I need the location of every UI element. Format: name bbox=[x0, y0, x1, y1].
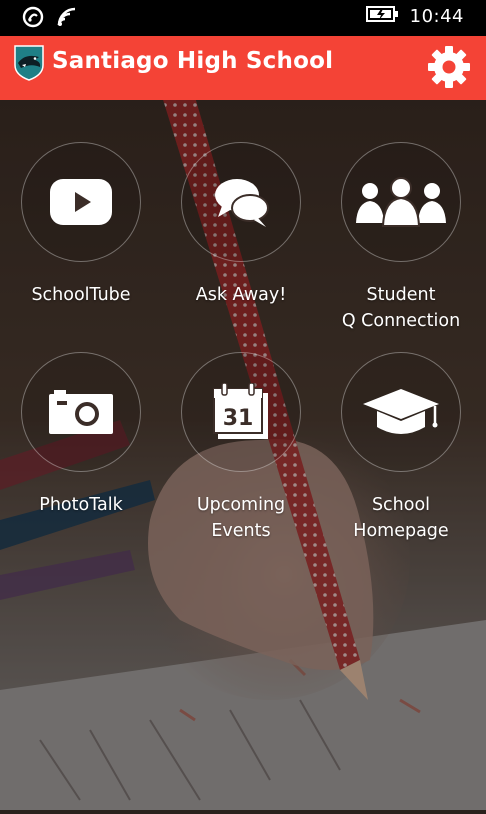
battery-charging-icon bbox=[365, 5, 400, 27]
tile-circle: 31 bbox=[181, 352, 301, 472]
calendar-day: 31 bbox=[223, 406, 254, 431]
settings-button[interactable] bbox=[426, 44, 472, 90]
tile-schooltube[interactable]: SchoolTube bbox=[6, 142, 156, 308]
camera-icon bbox=[49, 390, 113, 434]
tile-phototalk[interactable]: PhotoTalk bbox=[6, 352, 156, 518]
tile-label: Student Q Connection bbox=[341, 285, 461, 331]
wifi-icon bbox=[56, 6, 78, 32]
gear-icon bbox=[428, 46, 470, 88]
people-group-icon bbox=[356, 177, 446, 227]
tile-school-homepage[interactable]: School Homepage bbox=[326, 352, 476, 544]
status-clock: 10:44 bbox=[409, 5, 464, 27]
calendar-icon: 31 bbox=[213, 383, 268, 439]
tile-label: PhotoTalk bbox=[39, 495, 123, 515]
tile-label: Upcoming Events bbox=[196, 495, 286, 541]
tile-circle bbox=[21, 142, 141, 262]
graduation-cap-icon bbox=[363, 389, 439, 434]
nfc-icon bbox=[22, 6, 44, 32]
tile-student-q-connection[interactable]: Student Q Connection bbox=[326, 142, 476, 334]
app-header: Santiago High School bbox=[0, 36, 486, 100]
tile-label: Ask Away! bbox=[195, 285, 287, 305]
chat-bubbles-icon bbox=[215, 179, 269, 227]
tile-circle bbox=[341, 352, 461, 472]
youtube-icon bbox=[50, 179, 112, 225]
tile-ask-away[interactable]: Ask Away! bbox=[166, 142, 316, 308]
tile-label: SchoolTube bbox=[31, 285, 131, 305]
tile-circle bbox=[181, 142, 301, 262]
school-logo-icon bbox=[13, 43, 45, 81]
tile-upcoming-events[interactable]: 31 Upcoming Events bbox=[166, 352, 316, 544]
tile-circle bbox=[21, 352, 141, 472]
tile-label: School Homepage bbox=[353, 495, 449, 541]
status-bar: 10:44 bbox=[0, 0, 486, 36]
tile-circle bbox=[341, 142, 461, 262]
app-title: Santiago High School bbox=[52, 48, 334, 74]
